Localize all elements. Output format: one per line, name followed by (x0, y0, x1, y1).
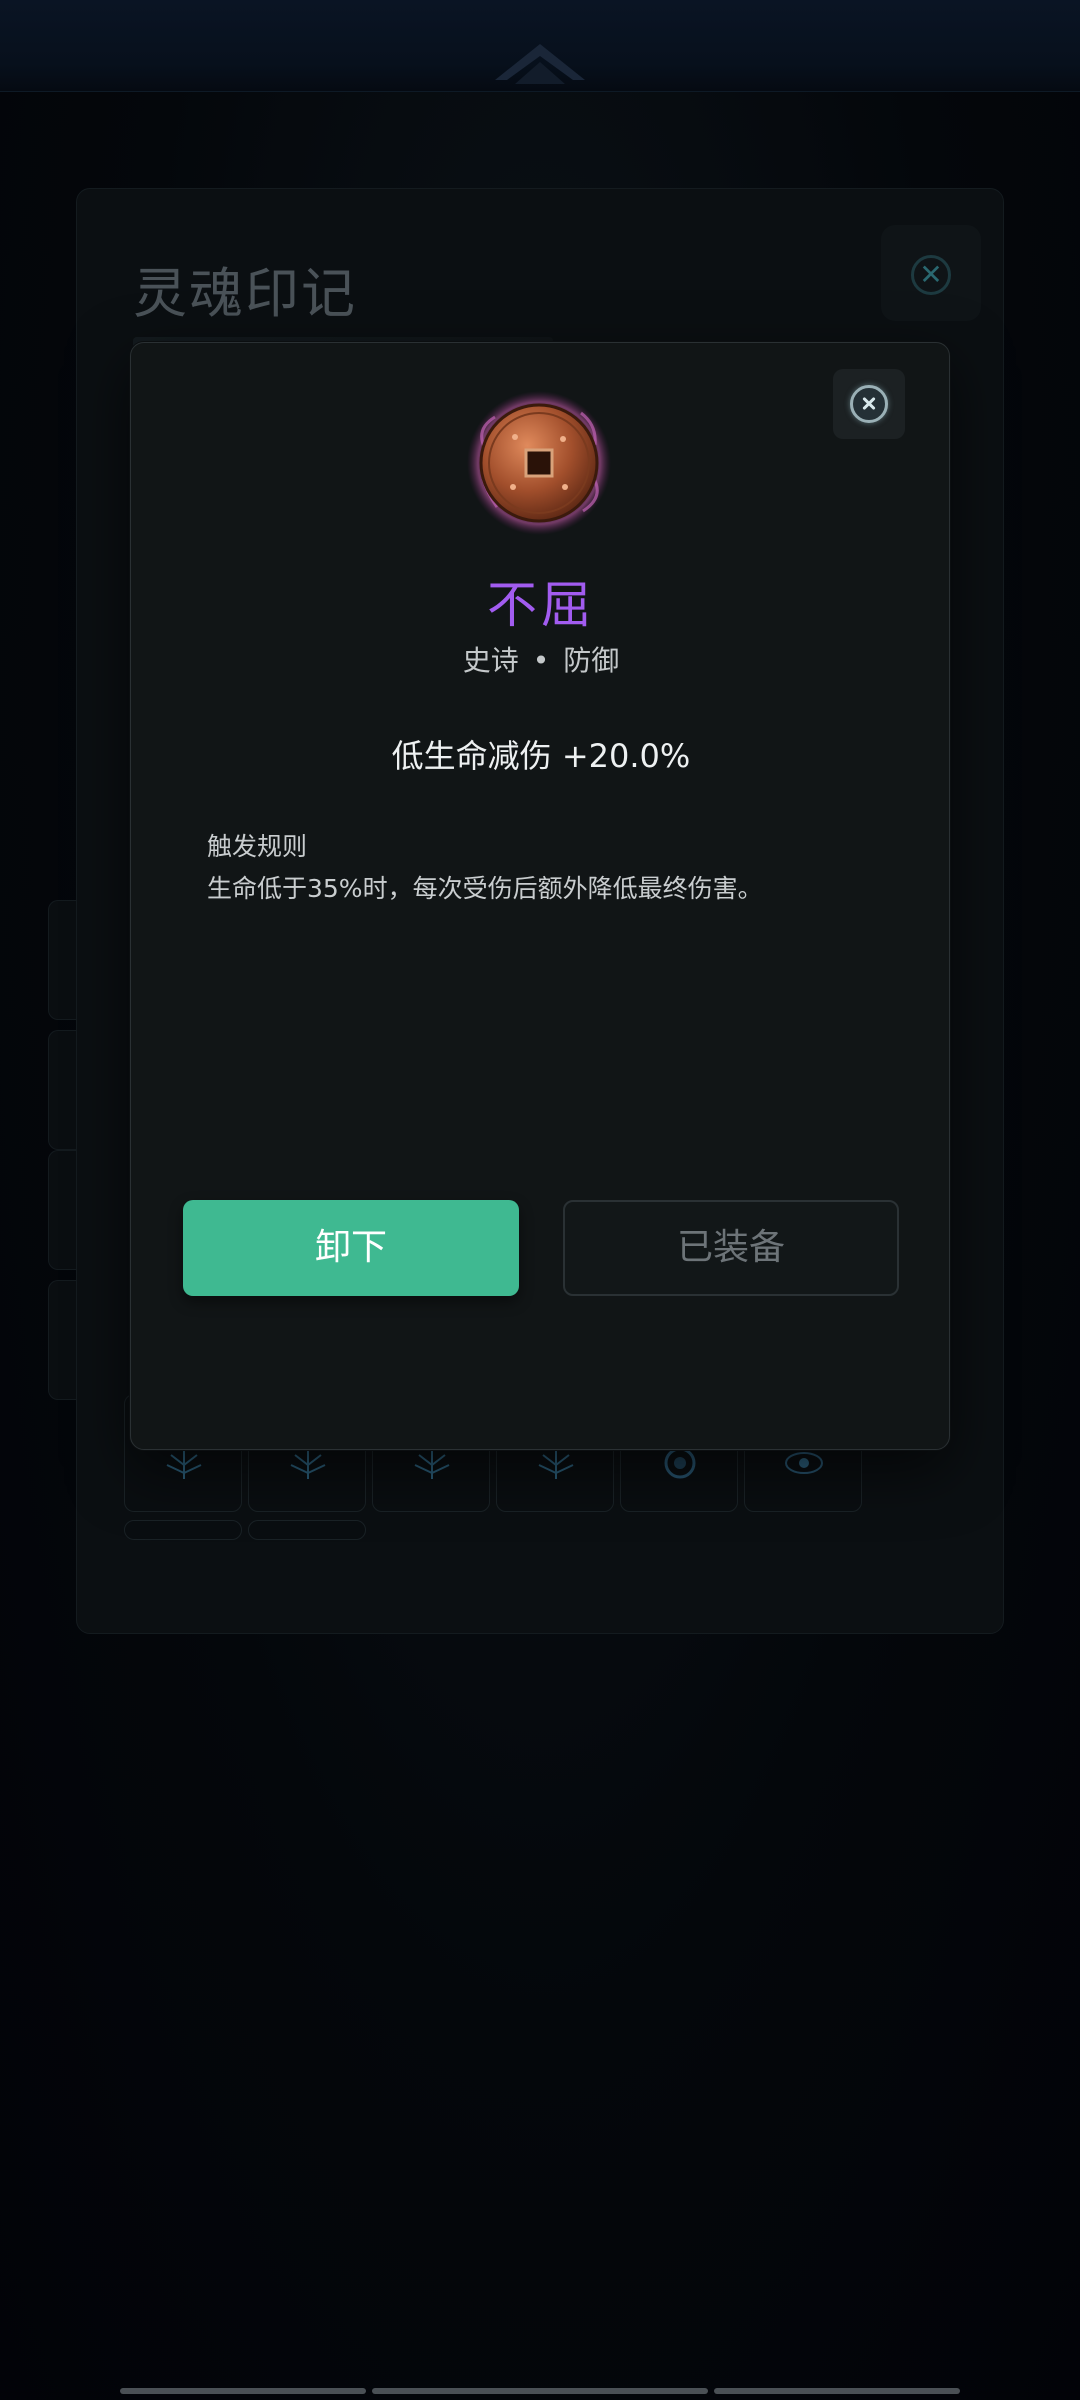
bronze-coin-icon (467, 391, 611, 535)
close-icon: ✕ (911, 255, 951, 295)
game-screen: 灵魂印记 ✕ 不屈 史诗 • 防御 低生命减伤 +20.0% 触发规则 生命低于… (0, 0, 1080, 2400)
rule-text: 生命低于35%时，每次受伤后额外降低最终伤害。 (207, 874, 763, 903)
item-meta: 史诗 • 防御 (131, 639, 951, 679)
modal-close-button[interactable] (833, 369, 905, 439)
side-tab[interactable] (48, 1030, 76, 1150)
equipped-button[interactable]: 已装备 (563, 1200, 899, 1296)
side-tab[interactable] (48, 1280, 76, 1400)
item-detail-modal: 不屈 史诗 • 防御 低生命减伤 +20.0% 触发规则 生命低于35%时，每次受伤… (130, 342, 950, 1450)
rule-title: 触发规则 (207, 832, 308, 861)
inventory-slot[interactable] (124, 1520, 242, 1540)
item-name: 不屈 (487, 576, 595, 634)
inventory-slot[interactable] (248, 1520, 366, 1540)
item-category: 防御 (563, 644, 620, 677)
crest-icon (495, 44, 585, 84)
panel-close-button[interactable]: ✕ (881, 225, 981, 321)
nav-indicator (714, 2388, 960, 2394)
item-stat: 低生命减伤 +20.0% (391, 737, 691, 775)
item-rarity: 史诗 (462, 644, 519, 677)
close-icon (850, 385, 888, 423)
nav-indicator (120, 2388, 366, 2394)
top-banner (0, 0, 1080, 92)
side-tab[interactable] (48, 1150, 76, 1270)
nav-indicator (372, 2388, 708, 2394)
side-tab[interactable] (48, 900, 76, 1020)
meta-separator: • (532, 644, 550, 677)
panel-title: 灵魂印记 (133, 262, 357, 325)
unequip-button[interactable]: 卸下 (183, 1200, 519, 1296)
